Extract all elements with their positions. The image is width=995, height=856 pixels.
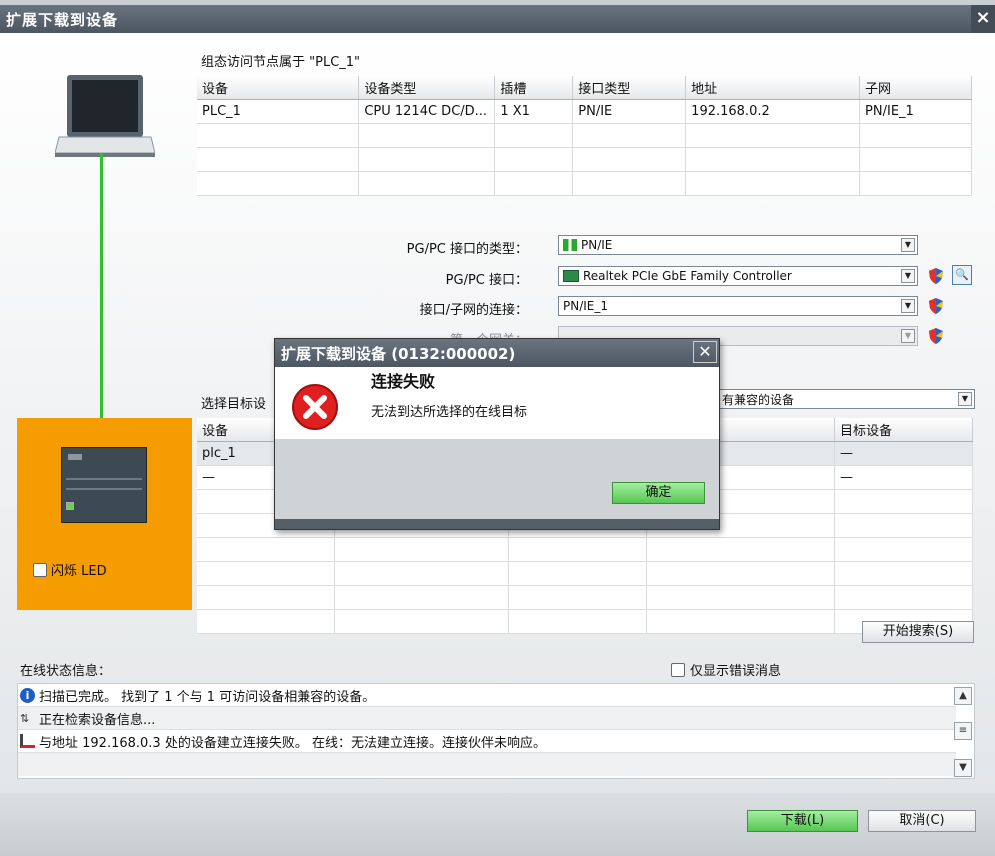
access-node-table: 设备 设备类型 插槽 接口类型 地址 子网 PLC_1 CPU 1214C DC…: [197, 76, 972, 196]
flash-led-checkbox[interactable]: 闪烁 LED: [33, 560, 107, 579]
dialog-footer: 下载(L) 取消(C): [0, 793, 995, 856]
errors-only-label: 仅显示错误消息: [690, 664, 782, 679]
table-row: [197, 171, 972, 196]
dialog-message: 无法到达所选择的在线目标: [371, 405, 528, 420]
subnet-connection-label: 接口/子网的连接：: [419, 303, 528, 318]
pgpc-type-select[interactable]: PN/IE ▼: [558, 235, 918, 255]
info-icon: i: [20, 687, 35, 703]
cell-device-type: CPU 1214C DC/D...: [358, 99, 496, 124]
pgpc-type-label: PG/PC 接口的类型：: [406, 242, 528, 257]
cancel-button[interactable]: 取消(C): [868, 810, 976, 832]
column-header[interactable]: 插槽: [494, 76, 574, 100]
network-connection-line: [100, 153, 103, 453]
list-item[interactable]: 与地址 192.168.0.3 处的设备建立连接失败。 在线：无法建立连接。连接…: [18, 730, 956, 753]
chevron-down-icon: ▼: [901, 329, 915, 343]
access-table-caption: 组态访问节点属于 "PLC_1": [201, 55, 361, 70]
target-filter-value: 有兼容的设备: [722, 392, 795, 407]
dialog-close-button[interactable]: ✕: [693, 341, 717, 363]
chevron-down-icon[interactable]: ▼: [958, 392, 972, 406]
dialog-titlebar: 扩展下载到设备 (0132:000002) ✕: [275, 339, 719, 367]
pgpc-type-value: PN/IE: [581, 238, 613, 252]
pgpc-interface-select[interactable]: Realtek PCIe GbE Family Controller ▼: [558, 266, 918, 286]
flash-led-label: 闪烁 LED: [51, 564, 107, 579]
ok-button[interactable]: 确定: [612, 482, 705, 504]
cell-address: 192.168.0.2: [685, 99, 861, 124]
scroll-up-icon[interactable]: ▲: [954, 687, 972, 705]
chevron-down-icon[interactable]: ▼: [901, 299, 915, 313]
status-label: 在线状态信息：: [20, 664, 112, 679]
table-row: [197, 123, 972, 148]
cell-target-device: —: [834, 441, 973, 466]
status-message-panel: i 扫描已完成。 找到了 1 个与 1 可访问设备相兼容的设备。 ⇅ 正在检索设…: [17, 683, 975, 779]
scroll-down-icon[interactable]: ▼: [954, 759, 972, 777]
network-card-icon: [563, 270, 579, 282]
table-row: [197, 585, 973, 610]
column-header[interactable]: 地址: [685, 76, 861, 100]
pgpc-interface-value: Realtek PCIe GbE Family Controller: [583, 269, 792, 283]
window-close-button[interactable]: ×: [971, 5, 995, 33]
pc-laptop-icon: [55, 75, 155, 157]
error-icon: [292, 384, 338, 430]
shield-icon[interactable]: [928, 297, 944, 315]
connection-error-icon: [20, 734, 35, 748]
table-row: [197, 537, 973, 562]
network-search-icon: ⇅: [20, 711, 30, 725]
plc-device-panel: 闪烁 LED: [17, 418, 192, 610]
start-search-button[interactable]: 开始搜索(S): [862, 621, 974, 643]
properties-search-button[interactable]: 🔍: [952, 265, 972, 285]
chevron-down-icon[interactable]: ▼: [901, 238, 915, 252]
checkbox-box[interactable]: [671, 662, 685, 677]
chevron-down-icon[interactable]: ▼: [901, 269, 915, 283]
target-filter-select[interactable]: 有兼容的设备 ▼: [717, 389, 975, 409]
table-row[interactable]: PLC_1 CPU 1214C DC/D... 1 X1 PN/IE 192.1…: [197, 99, 972, 124]
dialog-bottom-bar: [275, 519, 719, 529]
cell-slot: 1 X1: [494, 99, 574, 124]
column-header[interactable]: 设备类型: [358, 76, 496, 100]
table-row: [197, 561, 973, 586]
dialog-button-area: 确定: [275, 439, 719, 519]
list-item[interactable]: i 扫描已完成。 找到了 1 个与 1 可访问设备相兼容的设备。: [18, 684, 956, 707]
error-dialog: 扩展下载到设备 (0132:000002) ✕ 连接失败 无法到达所选择的在线目…: [274, 338, 720, 530]
plc-device-icon[interactable]: [61, 447, 147, 523]
shield-icon[interactable]: [928, 327, 944, 345]
cell-device: PLC_1: [197, 99, 360, 124]
status-message: 正在检索设备信息...: [39, 712, 156, 728]
network-plug-icon: [563, 239, 577, 251]
cell-interface-type: PN/IE: [572, 99, 687, 124]
dialog-heading: 连接失败: [371, 372, 436, 391]
cell-target-device: —: [834, 465, 973, 490]
column-header[interactable]: 接口类型: [572, 76, 687, 100]
errors-only-checkbox[interactable]: 仅显示错误消息: [671, 660, 781, 679]
subnet-connection-value: PN/IE_1: [563, 299, 609, 313]
dialog-title: 扩展下载到设备 (0132:000002): [281, 345, 516, 363]
checkbox-box[interactable]: [33, 562, 47, 577]
shield-icon[interactable]: [928, 267, 944, 285]
window-title: 扩展下载到设备: [6, 11, 119, 29]
table-row: [197, 609, 973, 634]
list-item[interactable]: ⇅ 正在检索设备信息...: [18, 707, 956, 730]
download-button[interactable]: 下载(L): [747, 810, 858, 832]
window-titlebar: 扩展下载到设备 ×: [0, 5, 995, 33]
column-header[interactable]: 子网: [859, 76, 972, 100]
cell-subnet: PN/IE_1: [859, 99, 972, 124]
column-header[interactable]: 设备: [197, 76, 360, 100]
list-item: [18, 753, 956, 776]
scroll-thumb-icon[interactable]: ≡: [954, 722, 972, 740]
status-message: 与地址 192.168.0.3 处的设备建立连接失败。 在线：无法建立连接。连接…: [39, 735, 546, 751]
pgpc-interface-label: PG/PC 接口：: [445, 273, 528, 288]
status-message: 扫描已完成。 找到了 1 个与 1 可访问设备相兼容的设备。: [39, 689, 376, 705]
column-header[interactable]: 目标设备: [834, 418, 973, 442]
target-device-caption: 选择目标设: [201, 397, 267, 412]
subnet-connection-select[interactable]: PN/IE_1 ▼: [558, 296, 918, 316]
table-row: [197, 147, 972, 172]
